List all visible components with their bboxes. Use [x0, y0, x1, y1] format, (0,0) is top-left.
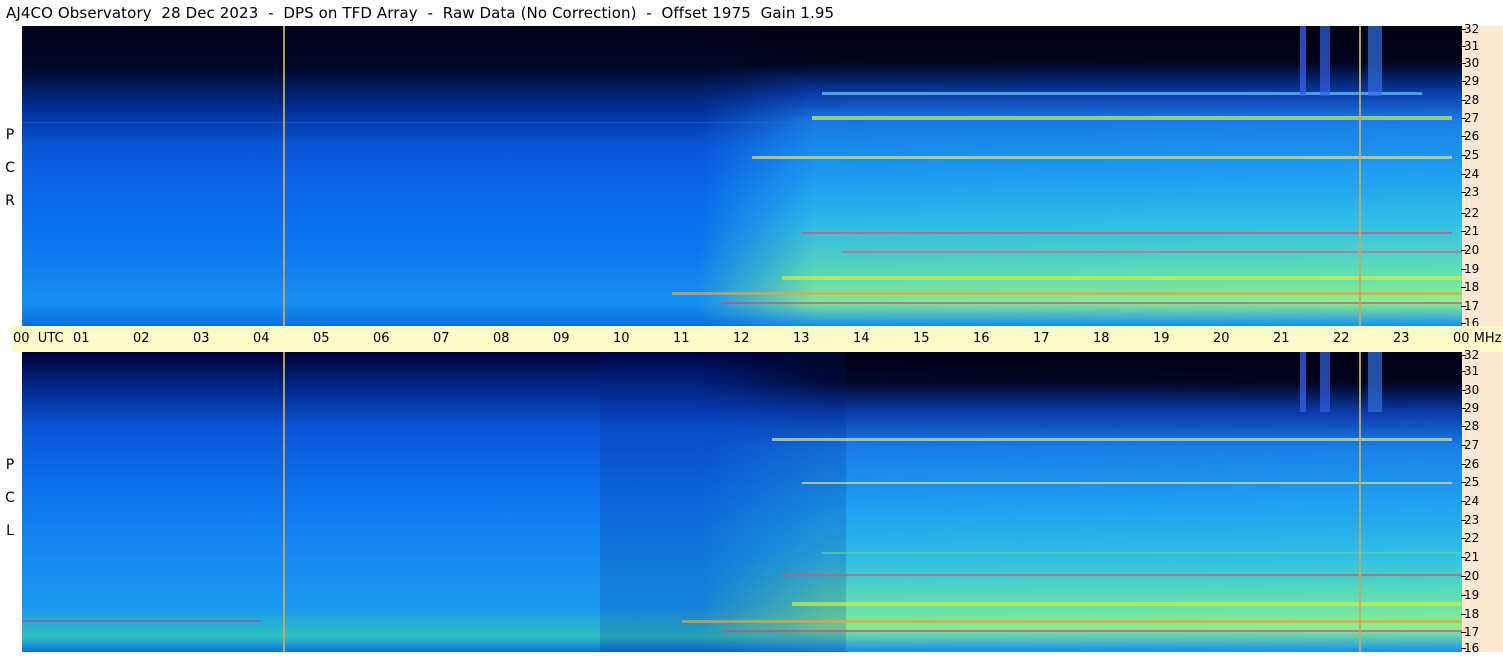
time-tick-14: 14: [853, 331, 870, 346]
lcp-tick-23: 23: [1460, 513, 1480, 527]
marker-line-2220-rcp: [1359, 26, 1361, 326]
lcp-tick-19: 19: [1460, 588, 1480, 602]
rcp-tick-25: 25: [1460, 148, 1480, 162]
lcp-tick-21: 21: [1460, 550, 1480, 564]
lcp-letter-1: P: [5, 457, 15, 473]
marker-line-2220-lcp: [1359, 352, 1361, 652]
time-tick-06: 06: [373, 331, 390, 346]
lcp-tick-16: 16: [1460, 641, 1480, 655]
rcp-tick-29: 29: [1460, 74, 1480, 88]
lcp-tick-27: 27: [1460, 438, 1480, 452]
rcp-tick-19: 19: [1460, 262, 1480, 276]
time-tick-11: 11: [673, 331, 690, 346]
time-tick-08: 08: [493, 331, 510, 346]
lcp-tick-17: 17: [1460, 625, 1480, 639]
lcp-spectrogram-svg: [22, 352, 1462, 652]
time-tick-24: 00 MHz: [1453, 331, 1502, 346]
time-tick-01: 01: [73, 331, 90, 346]
time-tick-21: 21: [1273, 331, 1290, 346]
marker-line-0430-rcp: [283, 26, 285, 326]
lcp-letter-2: C: [5, 490, 15, 506]
rcp-frequency-axis: 32 31 30 29 28 27 26 25 24 23 22 21 20 1…: [1460, 22, 1503, 330]
lcp-label: P C L: [2, 455, 18, 554]
time-tick-16: 16: [973, 331, 990, 346]
rcp-tick-18: 18: [1460, 280, 1480, 294]
lcp-tick-20: 20: [1460, 569, 1480, 583]
time-tick-15: 15: [913, 331, 930, 346]
time-tick-05: 05: [313, 331, 330, 346]
marker-line-0430-lcp: [283, 352, 285, 652]
time-tick-02: 02: [133, 331, 150, 346]
rcp-tick-24: 24: [1460, 167, 1480, 181]
time-tick-03: 03: [193, 331, 210, 346]
lcp-letter-3: L: [6, 523, 14, 539]
rcp-tick-27: 27: [1460, 111, 1480, 125]
rcp-label: P C R: [2, 125, 18, 224]
time-tick-23: 23: [1393, 331, 1410, 346]
lcp-tick-26: 26: [1460, 457, 1480, 471]
time-tick-10: 10: [613, 331, 630, 346]
lcp-tick-29: 29: [1460, 401, 1480, 415]
time-tick-18: 18: [1093, 331, 1110, 346]
rcp-tick-22: 22: [1460, 206, 1480, 220]
time-tick-19: 19: [1153, 331, 1170, 346]
lcp-tick-25: 25: [1460, 475, 1480, 489]
rcp-tick-28: 28: [1460, 93, 1480, 107]
time-tick-22: 22: [1333, 331, 1350, 346]
rcp-letter-3: R: [5, 193, 15, 209]
time-tick-09: 09: [553, 331, 570, 346]
lcp-frequency-axis: 32 31 30 29 28 27 26 25 24 23 22 21 20 1…: [1460, 348, 1503, 655]
rcp-tick-23: 23: [1460, 185, 1480, 199]
rcp-spectrogram-svg: [22, 26, 1462, 326]
rcp-spectrogram: [22, 26, 1462, 326]
rcp-tick-17: 17: [1460, 299, 1480, 313]
rcp-tick-32: 32: [1460, 22, 1480, 36]
utc-time-axis: 00 UTC 01 02 03 04 05 06 07 08 09 10 11 …: [12, 326, 1503, 352]
rcp-letter-2: C: [5, 160, 15, 176]
rcp-tick-30: 30: [1460, 56, 1480, 70]
lcp-tick-28: 28: [1460, 419, 1480, 433]
lcp-tick-30: 30: [1460, 383, 1480, 397]
lcp-tick-32: 32: [1460, 348, 1480, 362]
lcp-spectrogram: [22, 352, 1462, 652]
lcp-tick-31: 31: [1460, 364, 1480, 378]
rcp-tick-20: 20: [1460, 243, 1480, 257]
lcp-tick-24: 24: [1460, 494, 1480, 508]
lcp-tick-18: 18: [1460, 607, 1480, 621]
time-tick-12: 12: [733, 331, 750, 346]
rcp-tick-21: 21: [1460, 224, 1480, 238]
time-tick-00: 00 UTC: [13, 331, 64, 346]
rcp-tick-26: 26: [1460, 129, 1480, 143]
time-tick-04: 04: [253, 331, 270, 346]
time-tick-20: 20: [1213, 331, 1230, 346]
time-tick-17: 17: [1033, 331, 1050, 346]
rcp-tick-31: 31: [1460, 39, 1480, 53]
time-tick-13: 13: [793, 331, 810, 346]
rcp-letter-1: P: [5, 127, 15, 143]
lcp-tick-22: 22: [1460, 531, 1480, 545]
chart-title: AJ4CO Observatory 28 Dec 2023 - DPS on T…: [6, 4, 835, 22]
time-tick-07: 07: [433, 331, 450, 346]
